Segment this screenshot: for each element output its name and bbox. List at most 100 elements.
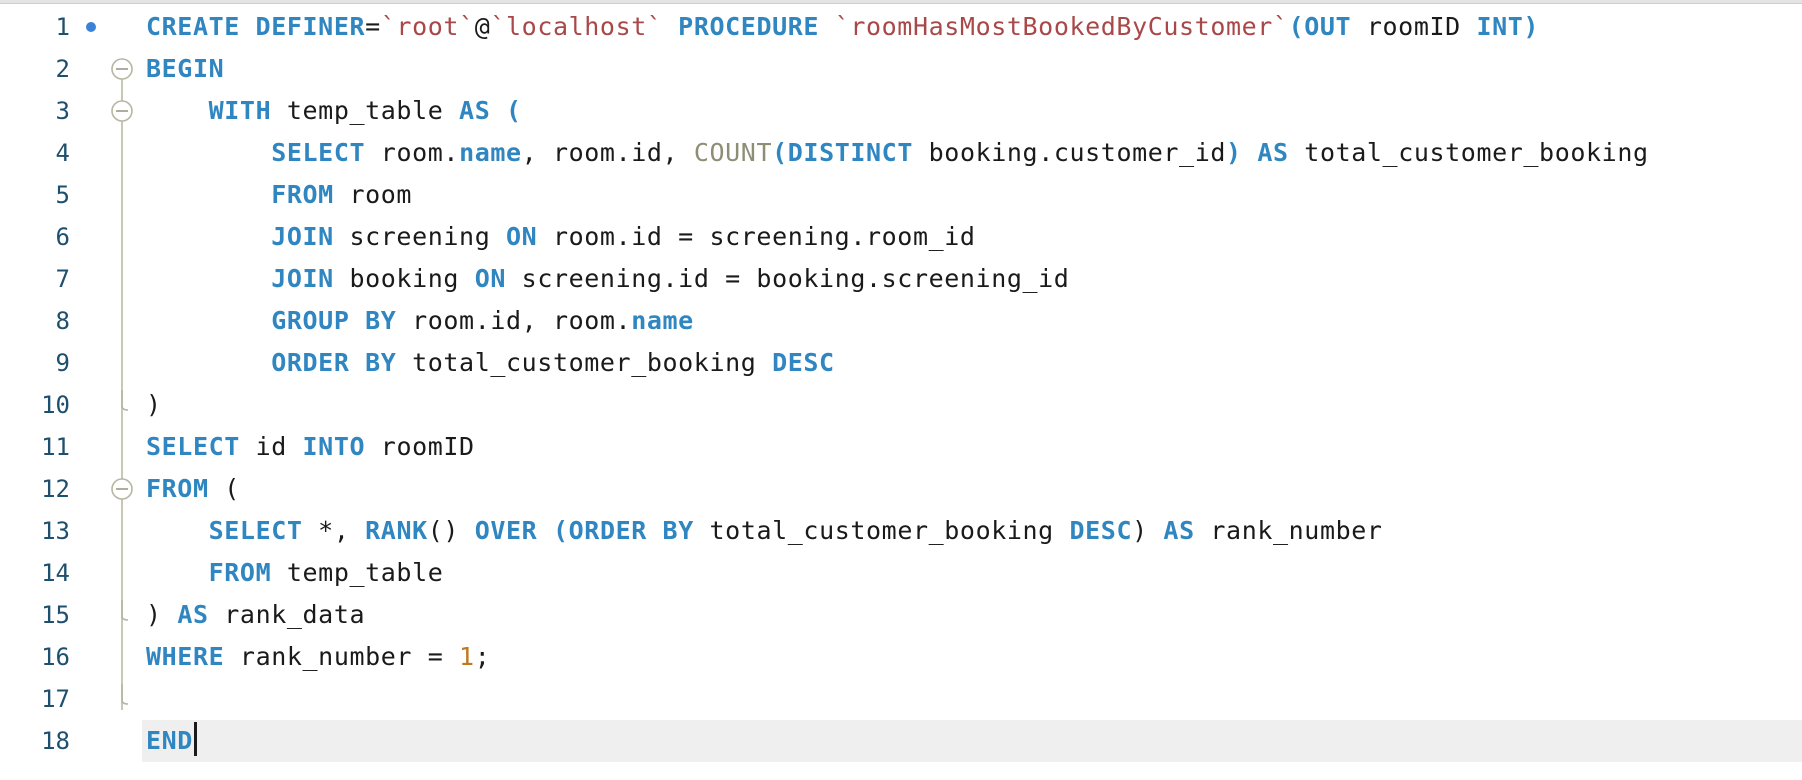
code-token: room: [333, 180, 413, 209]
code-token: (): [427, 516, 475, 545]
gutter-marker: [82, 426, 154, 468]
code-line[interactable]: 10): [0, 384, 1802, 426]
code-text[interactable]: SELECT room.name, room.id, COUNT(DISTINC…: [146, 132, 1649, 174]
code-token: booking: [333, 264, 475, 293]
modified-dot-icon[interactable]: [82, 6, 154, 48]
line-number: 14: [41, 559, 70, 587]
code-token: WITH: [208, 96, 272, 125]
code-token: name: [631, 306, 694, 335]
code-token: `localhost`: [490, 12, 663, 41]
code-text[interactable]: FROM room: [146, 174, 412, 216]
code-token: total_customer_booking: [1288, 138, 1649, 167]
code-text[interactable]: END: [146, 720, 197, 762]
code-token: =: [365, 12, 381, 41]
code-line[interactable]: 4 SELECT room.name, room.id, COUNT(DISTI…: [0, 132, 1802, 174]
code-text[interactable]: BEGIN: [146, 48, 224, 90]
code-line[interactable]: 15) AS rank_data: [0, 594, 1802, 636]
line-number: 3: [55, 97, 70, 125]
code-token: INT: [1476, 12, 1524, 41]
code-line[interactable]: 14 FROM temp_table: [0, 552, 1802, 594]
line-number: 7: [55, 265, 70, 293]
code-token: room.: [365, 138, 460, 167]
code-token: (: [490, 96, 522, 125]
code-line[interactable]: 13 SELECT *, RANK() OVER (ORDER BY total…: [0, 510, 1802, 552]
code-line[interactable]: 1 CREATE DEFINER=`root`@`localhost` PROCE…: [0, 6, 1802, 48]
code-token: ORDER BY: [271, 348, 397, 377]
code-line[interactable]: 5 FROM room: [0, 174, 1802, 216]
code-token: temp_table: [271, 558, 444, 587]
code-token: rank_data: [208, 600, 366, 629]
editor-top-border: [0, 0, 1802, 4]
code-text[interactable]: ): [146, 384, 162, 426]
code-text[interactable]: SELECT *, RANK() OVER (ORDER BY total_cu…: [146, 510, 1383, 552]
fold-collapse-icon[interactable]: [82, 468, 154, 510]
code-token: SELECT: [271, 138, 366, 167]
code-line[interactable]: 18 END: [0, 720, 1802, 762]
fold-collapse-icon[interactable]: [82, 90, 154, 132]
code-token: roomID: [365, 432, 475, 461]
code-token: (: [208, 474, 240, 503]
code-line[interactable]: 6 JOIN screening ON room.id = screening.…: [0, 216, 1802, 258]
code-line[interactable]: 3 WITH temp_table AS (: [0, 90, 1802, 132]
code-token: ON: [474, 264, 507, 293]
code-token: AS: [177, 600, 209, 629]
code-token: OUT: [1304, 12, 1352, 41]
code-line[interactable]: 2 BEGIN: [0, 48, 1802, 90]
code-line[interactable]: 9 ORDER BY total_customer_booking DESC: [0, 342, 1802, 384]
current-line-highlight: [142, 720, 1802, 762]
gutter-marker: [82, 720, 154, 762]
code-line[interactable]: 17: [0, 678, 1802, 720]
fold-end-icon[interactable]: [82, 384, 154, 426]
line-number: 13: [41, 517, 70, 545]
code-text[interactable]: CREATE DEFINER=`root`@`localhost` PROCED…: [146, 6, 1539, 48]
code-text[interactable]: WHERE rank_number = 1;: [146, 636, 490, 678]
code-token: FROM: [208, 558, 272, 587]
code-text[interactable]: JOIN booking ON screening.id = booking.s…: [146, 258, 1069, 300]
code-token: JOIN: [271, 264, 334, 293]
code-token: RANK: [365, 516, 428, 545]
code-line[interactable]: 7 JOIN booking ON screening.id = booking…: [0, 258, 1802, 300]
code-text[interactable]: WITH temp_table AS (: [146, 90, 522, 132]
code-token: ;: [474, 642, 491, 671]
code-token: ON: [506, 222, 538, 251]
code-line[interactable]: 16 WHERE rank_number = 1;: [0, 636, 1802, 678]
line-number: 8: [55, 307, 70, 335]
code-line[interactable]: 12 FROM (: [0, 468, 1802, 510]
code-token: FROM: [271, 180, 334, 209]
line-number: 5: [55, 181, 70, 209]
code-token: DESC: [772, 348, 835, 377]
code-token: name: [459, 138, 522, 167]
code-text[interactable]: FROM temp_table: [146, 552, 443, 594]
code-line[interactable]: 8 GROUP BY room.id, room.name: [0, 300, 1802, 342]
code-text[interactable]: ORDER BY total_customer_booking DESC: [146, 342, 835, 384]
code-text[interactable]: SELECT id INTO roomID: [146, 426, 475, 468]
line-number: 2: [55, 55, 70, 83]
fold-end-icon[interactable]: [82, 678, 154, 720]
code-token: `roomHasMostBookedByCustomer`: [834, 12, 1289, 41]
fold-end-icon[interactable]: [82, 594, 154, 636]
text-caret: [193, 722, 197, 756]
code-text[interactable]: GROUP BY room.id, room.name: [146, 300, 694, 342]
code-text[interactable]: FROM (: [146, 468, 240, 510]
gutter-marker: [82, 300, 154, 342]
code-token: (: [537, 516, 569, 545]
code-token: COUNT: [693, 138, 773, 167]
code-token: ): [1132, 516, 1164, 545]
line-number: 6: [55, 223, 70, 251]
code-token: temp_table: [271, 96, 460, 125]
code-token: CREATE DEFINER: [146, 12, 366, 41]
line-number: 4: [55, 139, 70, 167]
code-token: END: [146, 726, 193, 755]
code-line[interactable]: 11 SELECT id INTO roomID: [0, 426, 1802, 468]
code-token: total_customer_booking: [396, 348, 773, 377]
code-editor[interactable]: 1 CREATE DEFINER=`root`@`localhost` PROCE…: [0, 6, 1802, 780]
code-text[interactable]: JOIN screening ON room.id = screening.ro…: [146, 216, 976, 258]
line-number: 1: [55, 13, 70, 41]
code-token: SELECT: [146, 432, 240, 461]
fold-collapse-icon[interactable]: [82, 48, 154, 90]
code-text[interactable]: ) AS rank_data: [146, 594, 365, 636]
